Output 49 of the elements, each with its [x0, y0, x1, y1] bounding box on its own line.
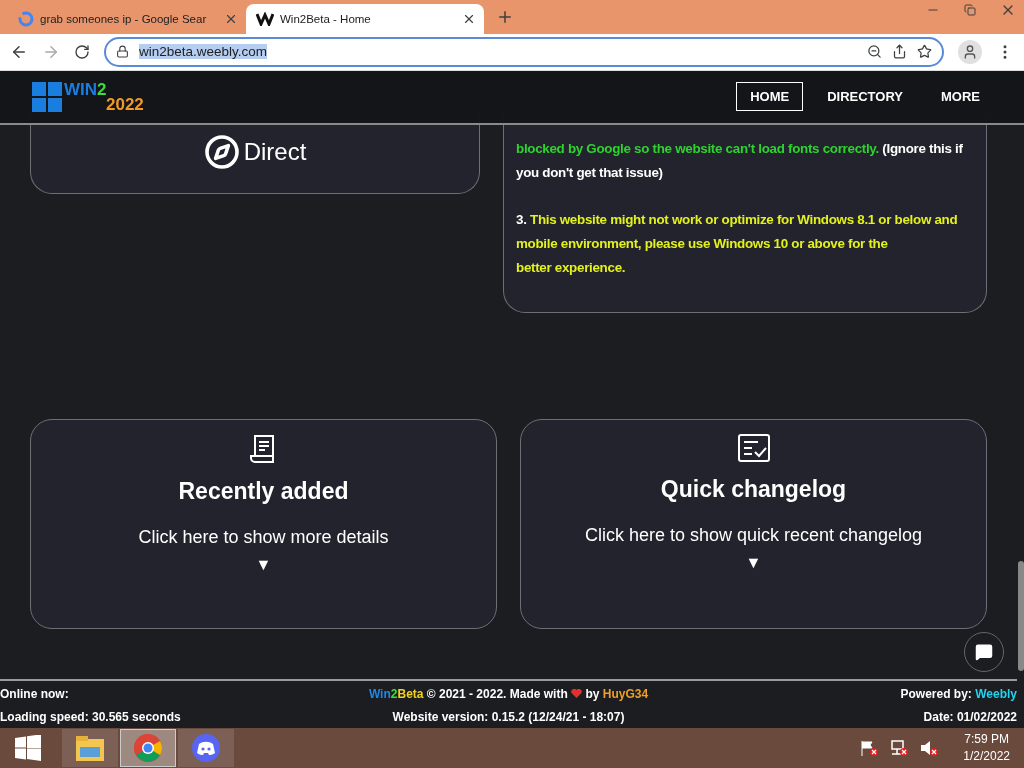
compass-icon [203, 133, 240, 170]
discord-icon[interactable] [191, 733, 221, 763]
url-text: win2beta.weebly.com [139, 44, 268, 60]
flag-icon[interactable] [859, 739, 880, 757]
online-text: Online now: [0, 687, 69, 702]
chat-icon [975, 642, 993, 661]
share-icon[interactable] [892, 44, 907, 60]
card-title: Quick changelog [660, 475, 847, 503]
address-bar[interactable]: win2beta.weebly.com [104, 36, 944, 67]
chrome-icon[interactable] [133, 733, 163, 763]
chat-button[interactable] [964, 631, 1004, 672]
network-icon[interactable] [889, 739, 910, 757]
direct-link[interactable]: Direct [203, 133, 307, 170]
star-icon[interactable] [917, 44, 932, 60]
card-title: Recently added [178, 477, 349, 505]
reload-icon[interactable] [74, 43, 90, 60]
profile-avatar[interactable] [958, 39, 982, 64]
loading-text: Loading speed: 30.565 seconds [0, 710, 181, 725]
clock[interactable]: 7:59 PM 1/2/2022 [963, 731, 1010, 765]
checklist-icon [737, 433, 770, 462]
expand-arrow: ▼ [255, 555, 272, 574]
heart-icon [571, 689, 583, 700]
card-subtitle: Click here to show more details [138, 526, 389, 548]
expand-arrow: ▼ [745, 553, 762, 572]
version-text: Website version: 0.15.2 (12/24/21 - 18:07) [392, 710, 625, 725]
folder-icon[interactable] [74, 733, 106, 763]
date-text: Date: 01/02/2022 [923, 710, 1017, 725]
site-logo[interactable]: WIN2 2022 [32, 81, 144, 112]
nav-link[interactable]: MORE [927, 82, 994, 112]
info-card[interactable]: Recently added Click here to show more details ▼ [30, 418, 497, 629]
zoom-out-icon[interactable] [867, 44, 882, 60]
info-card[interactable]: Quick changelog Click here to show quick recent changelog ▼ [520, 418, 987, 629]
lock-icon [116, 45, 129, 59]
speaker-icon[interactable] [919, 739, 940, 757]
google-icon [18, 10, 34, 27]
nav-link[interactable]: HOME [736, 82, 804, 112]
windows-logo-icon [32, 81, 62, 112]
notice-text: 3. This website might not work or optimize for Windows 8.1 or below and mobile environment, please use Windows 10 or above for the better experience. [516, 210, 959, 277]
card-subtitle: Click here to show quick recent changelog [584, 524, 923, 546]
nav-link[interactable]: DIRECTORY [813, 82, 917, 112]
powered-text: Powered by: Weebly [900, 687, 1017, 702]
windows-logo-icon [15, 735, 41, 761]
notice-text: blocked by Google so the website can't load fonts correctly. (Ignore this if you don't get that issue) [516, 139, 964, 182]
browser-tab[interactable]: Win2Beta - Home [246, 3, 484, 34]
browser-tab[interactable]: grab someones ip - Google Sear [8, 3, 246, 34]
weebly-logo-icon [256, 11, 274, 26]
restore-icon[interactable] [964, 2, 976, 18]
scrollbar-thumb[interactable] [1018, 560, 1024, 671]
credit-text: Win2Beta © 2021 - 2022. Made with by HuyG34 [368, 687, 649, 702]
